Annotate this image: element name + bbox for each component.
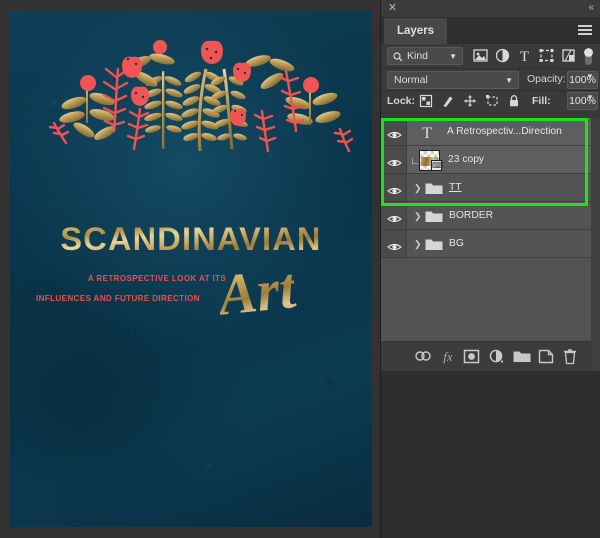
new-adjustment-layer-button[interactable] [488, 349, 506, 366]
eye-icon[interactable] [387, 155, 402, 173]
layer-name: TT [449, 182, 462, 193]
lock-transparent-pixels-icon[interactable] [419, 94, 434, 109]
layers-panel: ✕ « Layers Kind ▼ T Normal ▼ Opacity: 10… [380, 0, 600, 538]
layer-list[interactable]: T A Retrospectiv...Direction ∟ ⌨ 23 copy [381, 118, 600, 342]
eye-icon[interactable] [387, 183, 402, 201]
filter-type-icon[interactable]: T [516, 48, 533, 65]
chevron-down-icon[interactable]: ▼ [505, 72, 513, 89]
opacity-chevron-down-icon[interactable]: ▼ [586, 72, 594, 81]
layer-visibility-cell[interactable] [381, 230, 407, 257]
poster-script-word: Art [214, 255, 299, 328]
lock-all-icon[interactable] [507, 94, 522, 109]
layer-name: BORDER [449, 210, 494, 221]
eye-icon[interactable] [387, 239, 402, 257]
opacity-label: Opacity: [527, 73, 566, 85]
chevron-down-icon[interactable]: ▼ [449, 48, 457, 65]
filter-shape-icon[interactable] [538, 48, 555, 65]
folder-icon [425, 209, 443, 228]
lock-image-pixels-icon[interactable] [441, 94, 456, 109]
lock-position-icon[interactable] [463, 94, 478, 109]
filter-adjustment-icon[interactable] [494, 48, 511, 65]
hamburger-menu-icon[interactable] [578, 25, 592, 36]
layer-row-group-tt[interactable]: ❯ TT [381, 174, 600, 202]
new-group-button[interactable] [513, 349, 531, 366]
layer-style-fx-button[interactable]: fx [439, 349, 457, 366]
new-layer-button[interactable] [538, 349, 556, 366]
layers-vertical-scrollbar[interactable] [591, 118, 600, 402]
lock-row: Lock: Fill: 100% ▼ [381, 91, 600, 112]
chevron-right-icon[interactable]: ❯ [414, 183, 422, 194]
smart-filter-badge: ⌨ [431, 160, 444, 171]
add-layer-mask-button[interactable] [463, 349, 481, 366]
double-chevron-left-icon[interactable]: « [588, 2, 593, 14]
document-canvas-area[interactable]: SCANDINAVIAN A RETROSPECTIVE LOOK AT ITS… [0, 0, 380, 538]
layer-row-group-border[interactable]: ❯ BORDER [381, 202, 600, 230]
close-icon[interactable]: ✕ [387, 3, 398, 14]
layer-visibility-cell[interactable] [381, 202, 407, 229]
eye-icon[interactable] [387, 127, 402, 145]
eye-icon[interactable] [387, 211, 402, 229]
layer-filter-row: Kind ▼ T [381, 44, 600, 69]
panel-bottom-area [381, 371, 600, 538]
lock-label: Lock: [387, 95, 416, 107]
poster-artwork[interactable]: SCANDINAVIAN A RETROSPECTIVE LOOK AT ITS… [10, 11, 372, 527]
panel-titlebar: ✕ « [381, 0, 600, 18]
fill-chevron-down-icon[interactable]: ▼ [586, 93, 594, 102]
folder-icon [425, 237, 443, 256]
filter-pixel-icon[interactable] [472, 48, 489, 65]
tab-layers[interactable]: Layers [384, 18, 448, 44]
fill-label: Fill: [532, 95, 551, 107]
chevron-right-icon[interactable]: ❯ [414, 239, 422, 250]
folder-icon [425, 181, 443, 200]
type-layer-T-icon: T [419, 124, 435, 145]
layer-name: A Retrospectiv...Direction [447, 126, 562, 137]
blend-mode-value: Normal [394, 74, 428, 86]
filter-kind-select[interactable]: Kind ▼ [387, 47, 463, 65]
layer-visibility-cell[interactable] [381, 118, 407, 145]
layer-visibility-cell[interactable] [381, 146, 407, 173]
layer-row-raster[interactable]: ∟ ⌨ 23 copy [381, 146, 600, 174]
panel-tab-row: Layers [381, 18, 600, 44]
svg-text:fx: fx [443, 349, 453, 364]
layer-visibility-cell[interactable] [381, 174, 407, 201]
poster-title: SCANDINAVIAN [10, 221, 372, 258]
svg-text:T: T [520, 49, 529, 63]
layer-name: BG [449, 238, 464, 249]
layer-name: 23 copy [448, 154, 485, 165]
blend-mode-select[interactable]: Normal ▼ [387, 71, 519, 89]
filter-kind-label: Kind [407, 50, 429, 62]
filter-toggle-switch[interactable] [582, 46, 599, 65]
delete-layer-button[interactable] [563, 349, 581, 366]
layer-row-group-bg[interactable]: ❯ BG [381, 230, 600, 258]
blend-mode-row: Normal ▼ Opacity: 100% ▼ [381, 69, 600, 91]
layers-panel-toolbar: fx [381, 341, 592, 371]
svg-text:T: T [422, 125, 432, 140]
search-icon [393, 51, 403, 68]
layer-row-type[interactable]: T A Retrospectiv...Direction [381, 118, 600, 146]
chevron-right-icon[interactable]: ❯ [414, 211, 422, 222]
link-layers-button[interactable] [414, 349, 432, 366]
floral-illustration [48, 40, 354, 153]
lock-artboard-nesting-icon[interactable] [485, 94, 500, 109]
filter-smartobject-icon[interactable] [560, 48, 577, 65]
